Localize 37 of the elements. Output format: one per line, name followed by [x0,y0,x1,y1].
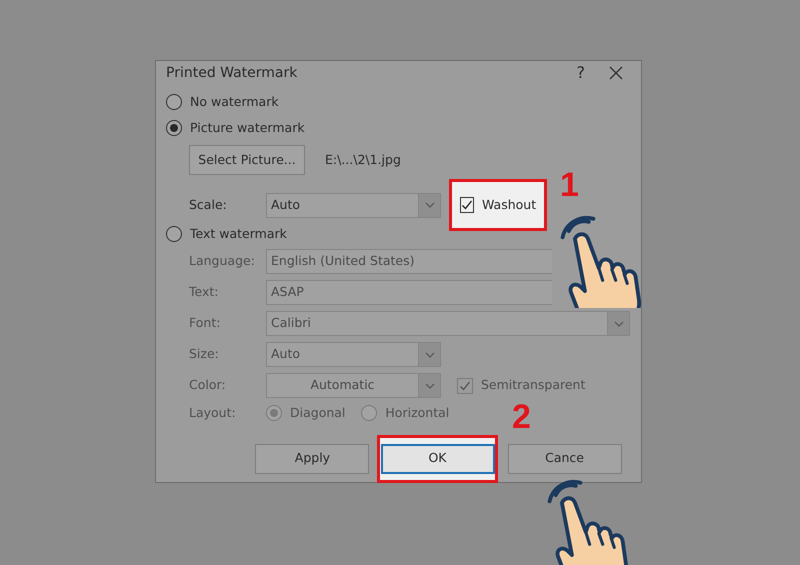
radio-label: No watermark [190,92,279,111]
radio-label: Picture watermark [190,118,305,137]
radio-label: Diagonal [290,404,346,422]
checkbox[interactable] [460,197,474,213]
radio-button[interactable] [166,120,182,136]
color-dropdown[interactable]: Automatic [266,373,419,398]
step-number: 1 [560,168,579,202]
checkbox[interactable] [457,378,473,394]
select-picture-button[interactable]: Select Picture... [189,145,305,175]
text-field[interactable]: ASAP [266,280,552,305]
field-label: Layout: [189,404,237,422]
radio-button[interactable] [166,94,182,110]
close-icon[interactable] [609,66,623,80]
font-dropdown[interactable]: Calibri [266,311,608,336]
field-label: Size: [189,345,220,364]
field-label: Color: [189,376,227,394]
dialog-button[interactable]: Apply [255,444,370,474]
radio-button[interactable] [166,226,182,242]
field-label: Scale: [189,196,228,214]
size-dropdown[interactable]: Auto [266,342,419,367]
field-label: Font: [189,314,222,332]
checkbox-label: Semitransparent [481,376,586,394]
radio-label: Horizontal [385,404,450,422]
dialog-button[interactable]: Cance [508,444,622,474]
field-label: Text: [189,283,220,302]
window-title: Printed Watermark [166,64,298,82]
scale-dropdown[interactable]: Auto [266,192,419,218]
field-label: Language: [189,252,256,270]
help-button[interactable]: ? [576,61,585,85]
checkbox-label: Washout [482,196,536,214]
radio-button[interactable] [266,405,282,422]
step-number: 2 [512,400,531,434]
file-path: E:\...\2\1.jpg [325,150,401,169]
text-field[interactable]: English (United States) [266,249,552,274]
radio-label: Text watermark [190,224,287,243]
dialog-button[interactable]: OK [380,444,494,474]
radio-button[interactable] [361,405,378,422]
